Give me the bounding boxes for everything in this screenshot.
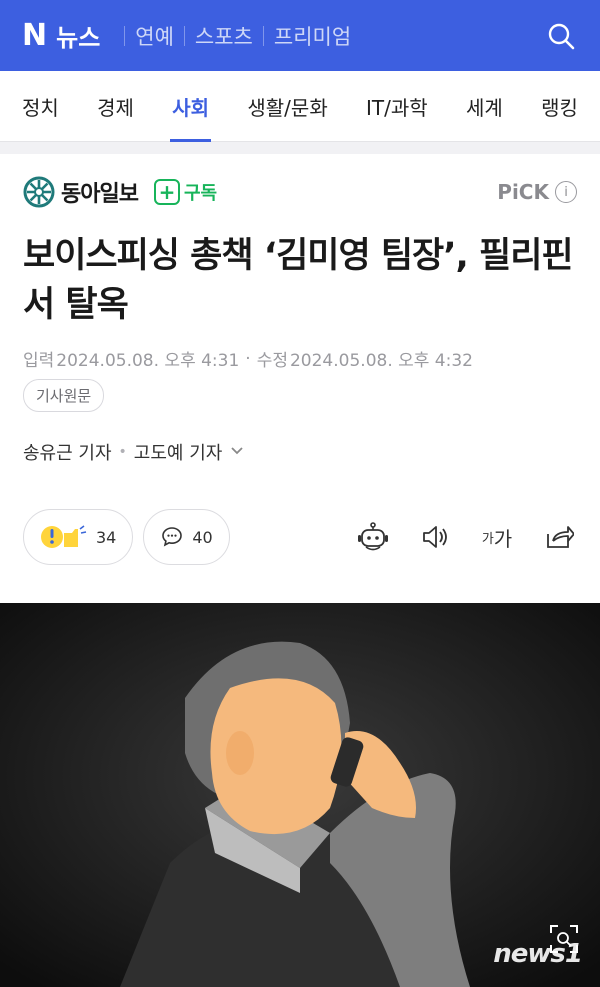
- naver-logo[interactable]: N: [22, 18, 47, 53]
- reporter-name: 고도예 기자: [133, 443, 223, 464]
- search-icon: [548, 23, 575, 49]
- pick-badge: PiCK i: [497, 180, 577, 204]
- subscribe-button[interactable]: + 구독: [153, 179, 218, 205]
- tab-politics[interactable]: 정치: [22, 71, 59, 142]
- tab-economy[interactable]: 경제: [97, 71, 134, 142]
- article-title: 보이스피싱 총책 ‘김미영 팀장’, 필리핀서 탈옥: [23, 236, 574, 325]
- font-size-small-label: 가: [481, 531, 494, 547]
- reaction-count: 34: [96, 527, 117, 547]
- share-icon: [547, 526, 574, 548]
- top-nav: 연예 스포츠 프리미엄: [114, 21, 351, 51]
- original-article-button[interactable]: 기사원문: [23, 379, 105, 412]
- section-gap: [0, 142, 600, 154]
- tab-life-culture[interactable]: 생활/문화: [247, 71, 327, 142]
- font-size-button[interactable]: 가가: [479, 519, 515, 555]
- comment-count: 40: [192, 527, 213, 547]
- modified-label: 수정: [256, 351, 288, 371]
- press-header: 동아일보 + 구독 PiCK i: [0, 158, 600, 226]
- tab-society[interactable]: 사회: [170, 71, 211, 142]
- divider: [183, 25, 185, 46]
- chevron-down-icon: [230, 444, 244, 460]
- tab-ranking[interactable]: 랭킹: [541, 71, 578, 142]
- reaction-button[interactable]: 34: [23, 509, 134, 565]
- photo-credit: news1: [493, 939, 583, 969]
- separator-dot: ·: [245, 348, 251, 369]
- listen-button[interactable]: [417, 519, 453, 555]
- top-nav-entertainment[interactable]: 연예: [135, 21, 174, 51]
- top-nav-premium[interactable]: 프리미엄: [274, 21, 351, 51]
- divider: [262, 25, 264, 46]
- article-tools: 가가: [355, 519, 577, 555]
- input-date: 2024.05.08. 오후 4:31: [56, 351, 240, 371]
- reporter-name: 송유근 기자: [23, 443, 112, 464]
- article-photo[interactable]: news1: [0, 603, 600, 987]
- subscribe-label: 구독: [183, 183, 218, 204]
- tab-world[interactable]: 세계: [466, 71, 503, 142]
- news-service-title[interactable]: 뉴스: [56, 18, 100, 53]
- phone-call-illustration: [0, 603, 600, 987]
- article-actions: 34 40 가가: [0, 509, 600, 565]
- press-logo[interactable]: 동아일보: [23, 176, 139, 208]
- info-icon[interactable]: i: [555, 181, 577, 203]
- share-button[interactable]: [541, 519, 577, 555]
- press-name: 동아일보: [61, 182, 139, 207]
- search-button[interactable]: [544, 19, 578, 53]
- reporter-list[interactable]: 송유근 기자 • 고도예 기자: [0, 439, 600, 465]
- input-label: 입력: [23, 351, 55, 371]
- donga-emblem-icon: [23, 176, 55, 208]
- modified-date: 2024.05.08. 오후 4:32: [289, 351, 473, 371]
- speaker-icon: [423, 526, 447, 548]
- plus-icon: +: [153, 179, 180, 205]
- article-dates: 입력 2024.05.08. 오후 4:31 · 수정 2024.05.08. …: [0, 330, 600, 372]
- comment-button[interactable]: 40: [143, 509, 230, 565]
- font-size-large-label: 가: [493, 526, 513, 551]
- tab-it-science[interactable]: IT/과학: [366, 71, 428, 142]
- robot-icon: [358, 522, 388, 551]
- top-bar: N 뉴스 연예 스포츠 프리미엄: [0, 0, 600, 71]
- category-nav: 정치 경제 사회 생활/문화 IT/과학 세계 랭킹: [0, 71, 600, 142]
- separator-dot: •: [118, 444, 127, 460]
- reaction-emoji-icon: [41, 525, 87, 548]
- top-nav-sports[interactable]: 스포츠: [195, 21, 253, 51]
- comment-icon: [162, 527, 183, 547]
- divider: [124, 25, 126, 46]
- pick-label: PiCK: [497, 180, 549, 204]
- summary-bot-button[interactable]: [355, 519, 391, 555]
